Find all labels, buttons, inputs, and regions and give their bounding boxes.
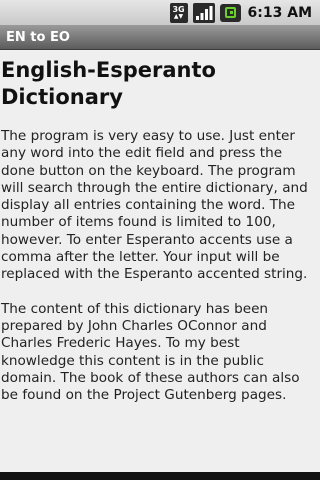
network-3g-icon: 3G ▲▼ (169, 2, 188, 23)
app-title: EN to EO (6, 29, 70, 45)
signal-strength-icon (192, 2, 215, 23)
page-heading: English-Esperanto Dictionary (1, 58, 216, 109)
app-title-bar: EN to EO (0, 25, 320, 50)
main-content[interactable]: English-Esperanto Dictionary The program… (0, 50, 320, 472)
bottom-bar (0, 472, 320, 480)
credits-paragraph: The content of this dictionary has been … (1, 300, 300, 404)
status-bar: 3G ▲▼ 6:13 AM (0, 0, 320, 25)
usage-paragraph: The program is very easy to use. Just en… (1, 128, 308, 283)
battery-icon (219, 3, 241, 22)
status-time: 6:13 AM (247, 4, 312, 21)
